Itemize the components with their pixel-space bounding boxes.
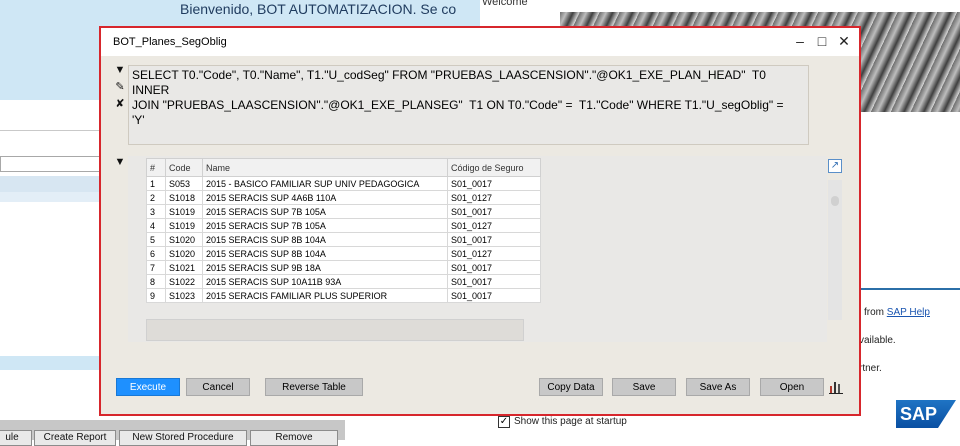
create-report-button[interactable]: Create Report xyxy=(34,430,116,446)
table-row[interactable]: 6 S1020 2015 SERACIS SUP 8B 104A S01_012… xyxy=(146,246,541,261)
cell-code[interactable]: S053 xyxy=(165,176,203,191)
background-module-button[interactable]: ule xyxy=(0,430,32,446)
maximize-icon[interactable]: □ xyxy=(813,32,831,50)
expand-icon[interactable]: ↗ xyxy=(828,159,842,173)
row-index: 3 xyxy=(146,204,166,219)
table-row[interactable]: 8 S1022 2015 SERACIS SUP 10A11B 93A S01_… xyxy=(146,274,541,289)
cell-codigo-seguro[interactable]: S01_0017 xyxy=(447,274,541,289)
cell-name[interactable]: 2015 SERACIS SUP 9B 18A xyxy=(202,260,448,275)
column-header-index[interactable]: # xyxy=(146,158,166,177)
cancel-button[interactable]: Cancel xyxy=(186,378,250,396)
new-stored-procedure-button[interactable]: New Stored Procedure xyxy=(119,430,247,446)
cell-codigo-seguro[interactable]: S01_0017 xyxy=(447,232,541,247)
row-index: 8 xyxy=(146,274,166,289)
startup-label: Show this page at startup xyxy=(514,416,627,427)
copy-data-button[interactable]: Copy Data xyxy=(539,378,603,396)
row-index: 2 xyxy=(146,190,166,205)
cell-code[interactable]: S1022 xyxy=(165,274,203,289)
cell-code[interactable]: S1019 xyxy=(165,218,203,233)
cell-codigo-seguro[interactable]: S01_0017 xyxy=(447,204,541,219)
open-button[interactable]: Open xyxy=(760,378,824,396)
table-row[interactable]: 4 S1019 2015 SERACIS SUP 7B 105A S01_012… xyxy=(146,218,541,233)
cell-name[interactable]: 2015 SERACIS SUP 8B 104A xyxy=(202,232,448,247)
help-text: from SAP Help xyxy=(864,307,930,318)
availability-text: vailable. xyxy=(859,335,896,346)
column-header-name[interactable]: Name xyxy=(202,158,448,177)
row-index: 6 xyxy=(146,246,166,261)
row-index: 9 xyxy=(146,288,166,303)
table-row[interactable]: 3 S1019 2015 SERACIS SUP 7B 105A S01_001… xyxy=(146,204,541,219)
startup-checkbox[interactable]: ✓ xyxy=(498,416,510,428)
collapse-grid-icon[interactable]: ▼ xyxy=(111,156,129,170)
cell-codigo-seguro[interactable]: S01_0127 xyxy=(447,218,541,233)
reverse-table-button[interactable]: Reverse Table xyxy=(265,378,363,396)
execute-button[interactable]: Execute xyxy=(116,378,180,396)
minimize-icon[interactable]: – xyxy=(791,32,809,50)
cell-code[interactable]: S1020 xyxy=(165,232,203,247)
collapse-query-icon[interactable]: ▼ xyxy=(111,64,129,78)
cell-code[interactable]: S1023 xyxy=(165,288,203,303)
table-row[interactable]: 9 S1023 2015 SERACIS FAMILIAR PLUS SUPER… xyxy=(146,288,541,303)
column-header-codigo-seguro[interactable]: Código de Seguro xyxy=(447,158,541,177)
cell-name[interactable]: 2015 SERACIS SUP 7B 105A xyxy=(202,204,448,219)
cell-codigo-seguro[interactable]: S01_0017 xyxy=(447,176,541,191)
table-row[interactable]: 7 S1021 2015 SERACIS SUP 9B 18A S01_0017 xyxy=(146,260,541,275)
window-title: BOT_Planes_SegOblig xyxy=(113,36,227,48)
close-icon[interactable]: ✕ xyxy=(835,32,853,50)
cell-name[interactable]: 2015 SERACIS SUP 8B 104A xyxy=(202,246,448,261)
results-grid-area: # Code Name Código de Seguro 1 S053 2015… xyxy=(128,156,842,342)
edit-pencil-icon[interactable]: ✎ xyxy=(111,80,129,94)
sap-help-link[interactable]: SAP Help xyxy=(887,307,930,318)
row-index: 4 xyxy=(146,218,166,233)
welcome-message: Bienvenido, BOT AUTOMATIZACION. Se co xyxy=(180,1,457,17)
background-strip xyxy=(0,356,100,370)
cell-name[interactable]: 2015 SERACIS FAMILIAR PLUS SUPERIOR xyxy=(202,288,448,303)
save-as-button[interactable]: Save As xyxy=(686,378,750,396)
cell-name[interactable]: 2015 - BASICO FAMILIAR SUP UNIV PEDAGOGI… xyxy=(202,176,448,191)
cell-name[interactable]: 2015 SERACIS SUP 4A6B 110A xyxy=(202,190,448,205)
vertical-scrollbar[interactable] xyxy=(828,180,842,320)
row-index: 5 xyxy=(146,232,166,247)
cell-codigo-seguro[interactable]: S01_0017 xyxy=(447,260,541,275)
query-editor[interactable]: SELECT T0."Code", T0."Name", T1."U_codSe… xyxy=(128,65,809,145)
results-table: # Code Name Código de Seguro 1 S053 2015… xyxy=(146,158,541,303)
cell-code[interactable]: S1018 xyxy=(165,190,203,205)
cell-codigo-seguro[interactable]: S01_0127 xyxy=(447,190,541,205)
grid-empty-row xyxy=(146,319,524,341)
table-row[interactable]: 5 S1020 2015 SERACIS SUP 8B 104A S01_001… xyxy=(146,232,541,247)
cell-codigo-seguro[interactable]: S01_0017 xyxy=(447,288,541,303)
help-prefix: from xyxy=(864,307,887,318)
background-strip xyxy=(0,192,100,202)
remove-button[interactable]: Remove xyxy=(250,430,338,446)
welcome-title: Welcome xyxy=(482,0,528,8)
query-window: BOT_Planes_SegOblig – □ ✕ ▼ ✎ ✘ SELECT T… xyxy=(99,26,861,416)
save-button[interactable]: Save xyxy=(612,378,676,396)
background-strip xyxy=(0,176,100,192)
cell-name[interactable]: 2015 SERACIS SUP 10A11B 93A xyxy=(202,274,448,289)
chart-icon[interactable] xyxy=(829,380,843,394)
cell-code[interactable]: S1019 xyxy=(165,204,203,219)
column-header-code[interactable]: Code xyxy=(165,158,203,177)
row-index: 1 xyxy=(146,176,166,191)
welcome-sidebar xyxy=(860,112,960,290)
cell-codigo-seguro[interactable]: S01_0127 xyxy=(447,246,541,261)
row-index: 7 xyxy=(146,260,166,275)
background-input[interactable] xyxy=(0,156,102,172)
partner-text: rtner. xyxy=(859,363,882,374)
background-bar xyxy=(0,100,100,131)
scrollbar-thumb[interactable] xyxy=(831,196,839,206)
cell-name[interactable]: 2015 SERACIS SUP 7B 105A xyxy=(202,218,448,233)
table-row[interactable]: 1 S053 2015 - BASICO FAMILIAR SUP UNIV P… xyxy=(146,176,541,191)
table-row[interactable]: 2 S1018 2015 SERACIS SUP 4A6B 110A S01_0… xyxy=(146,190,541,205)
cell-code[interactable]: S1020 xyxy=(165,246,203,261)
window-titlebar[interactable]: BOT_Planes_SegOblig – □ ✕ xyxy=(101,28,859,56)
clear-query-icon[interactable]: ✘ xyxy=(111,97,129,111)
cell-code[interactable]: S1021 xyxy=(165,260,203,275)
